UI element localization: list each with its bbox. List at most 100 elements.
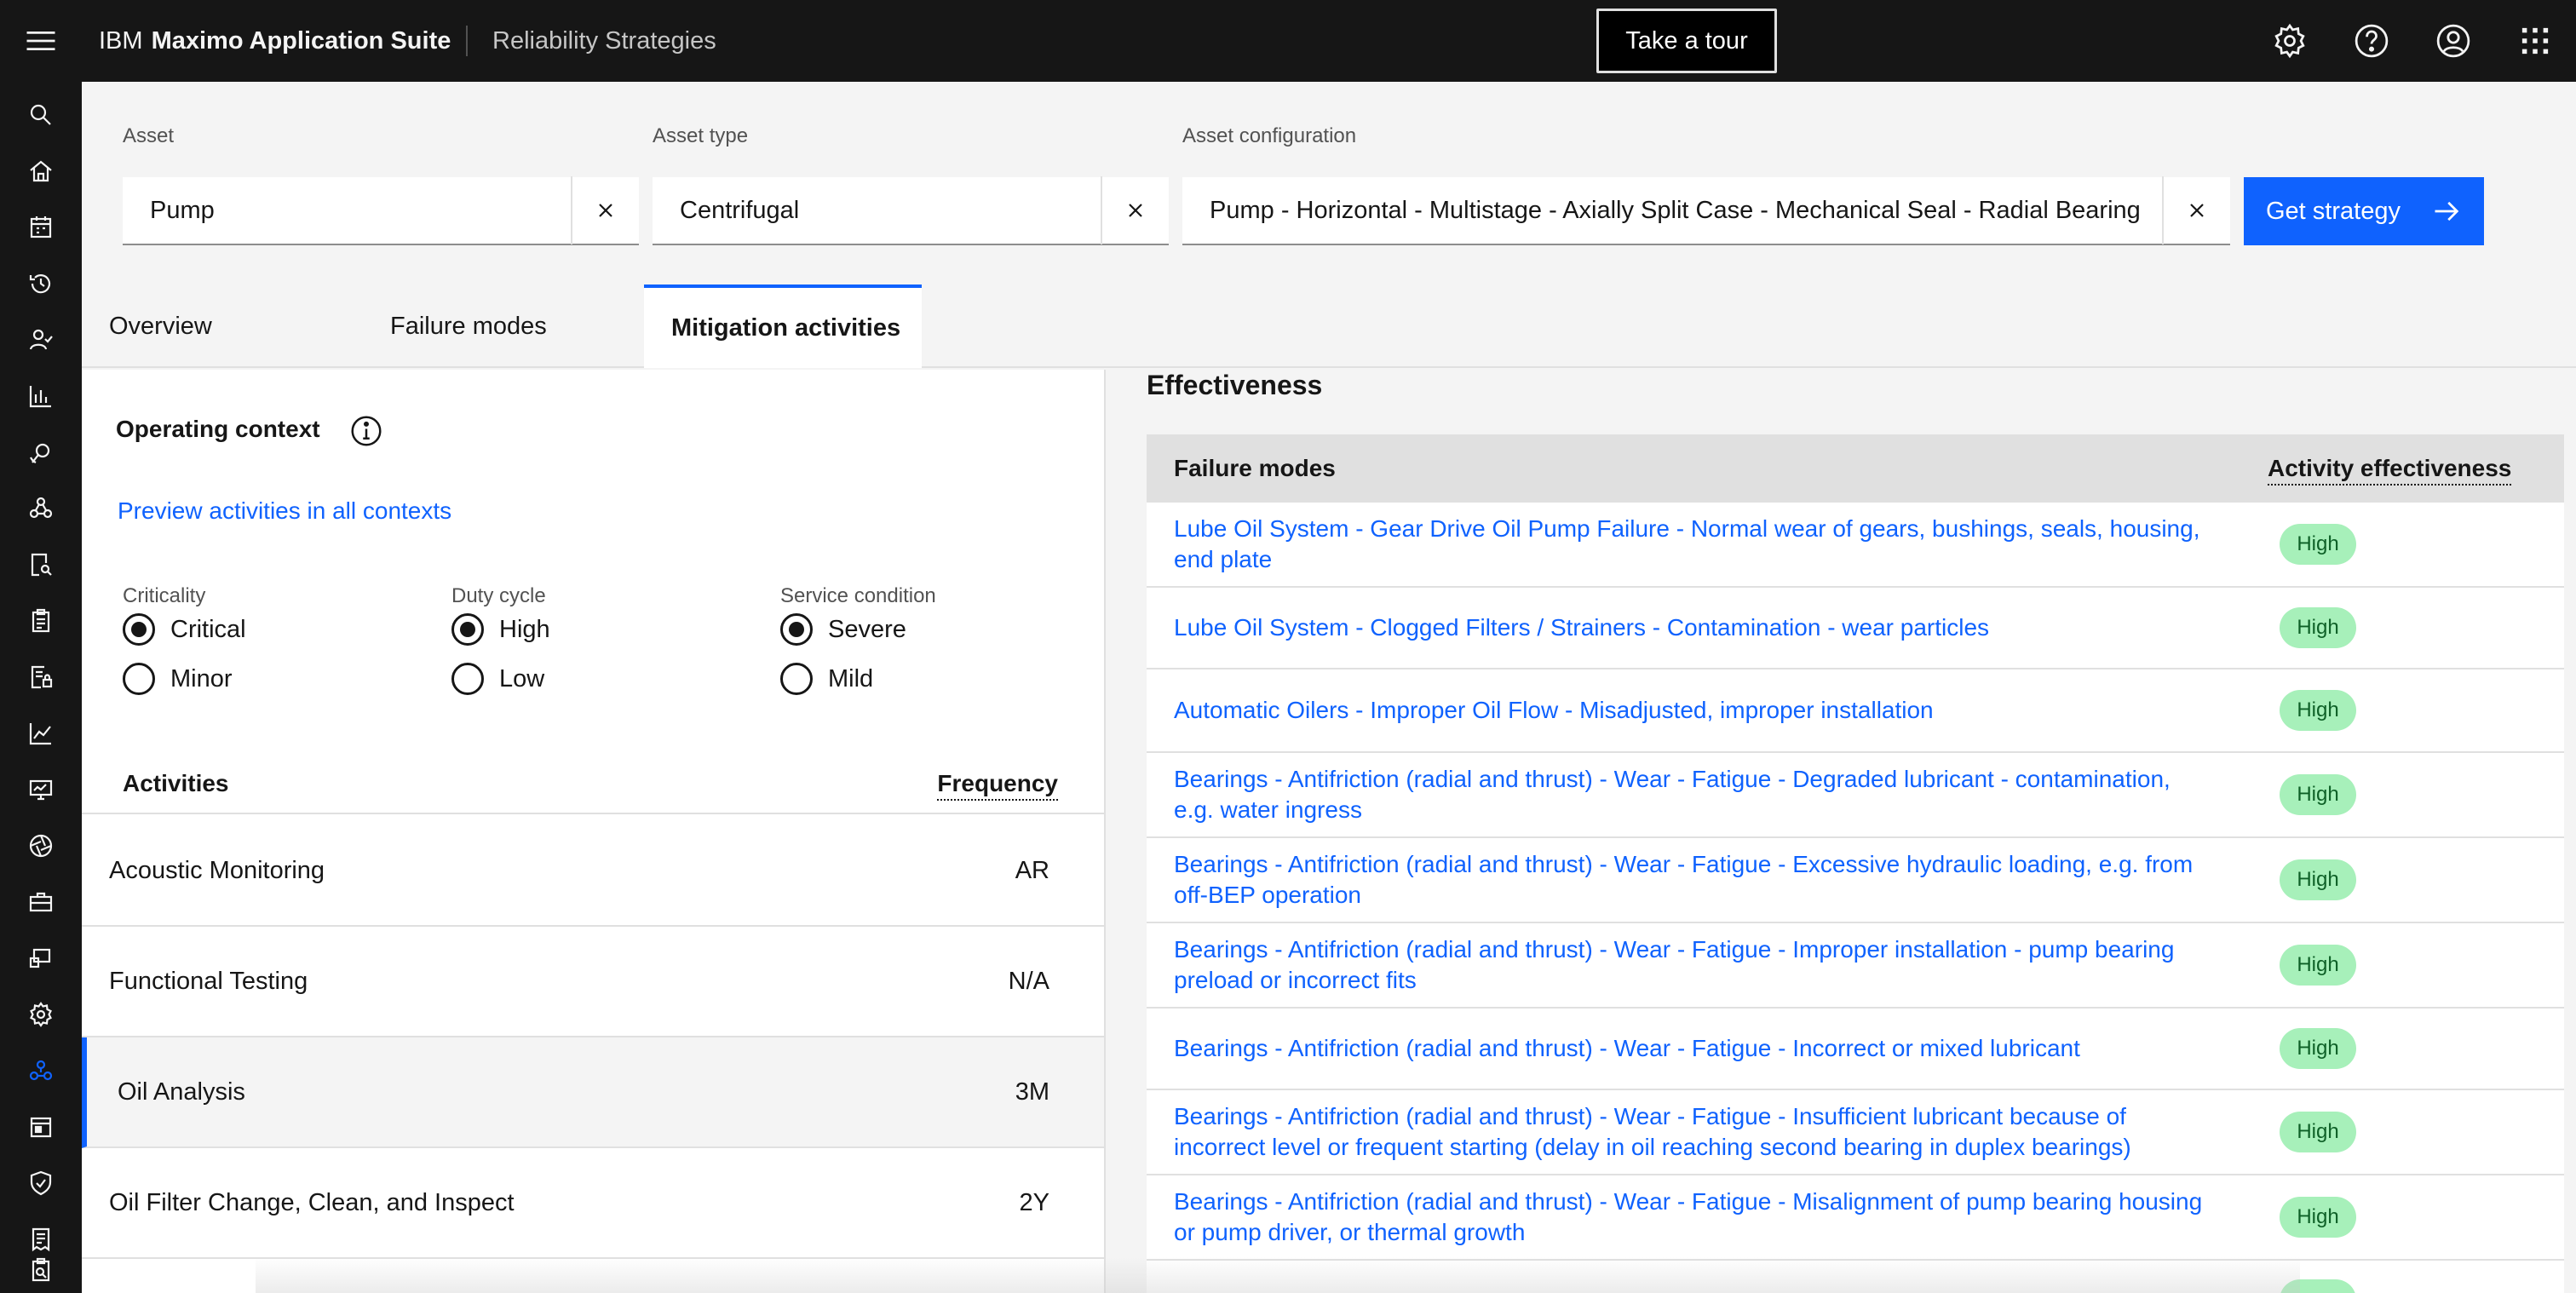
failure-mode-link[interactable]: Bearings - Antifriction (radial and thru… (1174, 1009, 2213, 1089)
bar-chart-icon[interactable] (27, 382, 55, 410)
failure-mode-link[interactable]: Lube Oil System - Gear Drive Oil Pump Fa… (1174, 503, 2213, 586)
radio-label: High (499, 615, 550, 643)
radio-label: Low (499, 664, 545, 692)
app-switcher-icon[interactable] (2516, 22, 2554, 60)
radio-mild[interactable]: Mild (780, 663, 873, 695)
effectiveness-title: Effectiveness (1147, 370, 1323, 400)
asset-label: Asset (123, 124, 175, 147)
brand-title[interactable]: IBM Maximo Application Suite (99, 0, 451, 82)
activity-frequency: AR (1015, 856, 1049, 884)
tab-mitigation-activities[interactable]: Mitigation activities (644, 284, 922, 368)
table-row[interactable]: Oil Filter Change, Clean, and Inspect 2Y (82, 1148, 1104, 1259)
table-row: Bearings - Antifriction (radial and thru… (1147, 1009, 2564, 1090)
document-search-icon[interactable] (27, 551, 55, 578)
radio-high[interactable]: High (451, 613, 550, 646)
table-row: Automatic Oilers - Improper Oil Flow - M… (1147, 669, 2564, 753)
table-row: Bearings - Antifriction (radial and thru… (1147, 838, 2564, 923)
failure-mode-link[interactable]: Bearings - Antifriction (radial and thru… (1174, 923, 2213, 1007)
table-row[interactable]: Acoustic Monitoring AR (82, 816, 1104, 927)
failure-mode-link[interactable]: Bearings - Antifriction (radial and thru… (1174, 838, 2213, 922)
activity-name: Functional Testing (109, 967, 308, 995)
tab-failure-modes[interactable]: Failure modes (390, 284, 547, 368)
close-icon (1122, 197, 1149, 224)
service-condition-label: Service condition (780, 584, 936, 607)
failure-mode-link[interactable]: Bearings - Antifriction (radial and thru… (1174, 753, 2213, 836)
reliability-strategies-icon[interactable] (27, 1057, 55, 1084)
schedule-icon[interactable] (27, 1113, 55, 1141)
table-row: Lube Oil System - Clogged Filters / Stra… (1147, 588, 2564, 669)
radio-low[interactable]: Low (451, 663, 544, 695)
calendar-icon[interactable] (27, 214, 55, 241)
brand-name: Maximo Application Suite (151, 26, 451, 55)
tab-bar: Overview Failure modes Mitigation activi… (82, 284, 2576, 368)
table-row-selected[interactable]: Oil Analysis 3M (82, 1037, 1104, 1148)
activity-effectiveness-column-header[interactable]: Activity effectiveness (2268, 455, 2512, 486)
get-strategy-button[interactable]: Get strategy (2244, 177, 2484, 245)
tab-overview[interactable]: Overview (109, 284, 212, 368)
toolbox-icon[interactable] (27, 888, 55, 916)
settings-gear-icon[interactable] (27, 1001, 55, 1028)
satellite-icon[interactable] (27, 439, 55, 466)
radio-circle (123, 663, 155, 695)
take-tour-button[interactable]: Take a tour (1596, 9, 1777, 73)
effectiveness-tag: High (2280, 690, 2356, 731)
user-check-icon[interactable] (27, 326, 55, 353)
effectiveness-tag: High (2280, 1197, 2356, 1238)
preview-activities-link[interactable]: Preview activities in all contexts (118, 497, 451, 525)
failure-mode-link[interactable]: Automatic Oilers - Improper Oil Flow - M… (1174, 669, 2213, 751)
effectiveness-panel: Effectiveness Failure modes Activity eff… (1107, 370, 2576, 1293)
radio-severe[interactable]: Severe (780, 613, 906, 646)
activity-frequency: 2Y (1019, 1188, 1049, 1216)
frequency-column-header[interactable]: Frequency (937, 770, 1058, 801)
table-row (1147, 1261, 2564, 1293)
asset-type-field[interactable]: Centrifugal (653, 176, 1169, 245)
operating-context-panel: Operating context Preview activities in … (82, 370, 1106, 1293)
get-strategy-label: Get strategy (2266, 197, 2401, 225)
asset-value[interactable]: Pump (123, 197, 571, 225)
asset-type-value[interactable]: Centrifugal (653, 197, 1101, 225)
effectiveness-tag: High (2280, 774, 2356, 815)
header-divider (466, 26, 468, 56)
monitor-icon[interactable] (27, 776, 55, 803)
asset-type-clear-button[interactable] (1101, 176, 1169, 244)
table-row[interactable]: Functional Testing N/A (82, 927, 1104, 1037)
radio-label: Critical (170, 615, 246, 643)
activity-frequency: N/A (1008, 967, 1049, 995)
activity-frequency: 3M (1015, 1078, 1049, 1106)
radio-label: Severe (828, 615, 906, 643)
aperture-icon[interactable] (27, 832, 55, 859)
failure-mode-link[interactable]: Bearings - Antifriction (radial and thru… (1174, 1090, 2213, 1174)
help-icon[interactable] (2353, 22, 2390, 60)
search-icon[interactable] (27, 101, 55, 129)
clipboard-icon[interactable] (27, 607, 55, 635)
radio-circle (123, 613, 155, 646)
duty-cycle-label: Duty cycle (451, 584, 546, 607)
hamburger-menu-icon[interactable] (22, 22, 60, 60)
line-chart-icon[interactable] (27, 720, 55, 747)
asset-config-clear-button[interactable] (2162, 176, 2230, 244)
report-lock-icon[interactable] (27, 664, 55, 691)
top-header: IBM Maximo Application Suite Reliability… (0, 0, 2576, 82)
home-icon[interactable] (27, 158, 55, 185)
asset-config-value[interactable]: Pump - Horizontal - Multistage - Axially… (1182, 197, 2162, 225)
asset-field[interactable]: Pump (123, 176, 639, 245)
radio-dot (460, 622, 475, 637)
radio-minor[interactable]: Minor (123, 663, 233, 695)
radio-critical[interactable]: Critical (123, 613, 246, 646)
gear-icon[interactable] (2271, 22, 2309, 60)
close-icon (592, 197, 619, 224)
receipt-icon[interactable] (27, 1226, 55, 1253)
table-row: Lube Oil System - Gear Drive Oil Pump Fa… (1147, 503, 2564, 588)
info-icon[interactable] (349, 414, 383, 448)
inspection-clipboard-icon[interactable] (27, 1256, 55, 1284)
asset-config-field[interactable]: Pump - Horizontal - Multistage - Axially… (1182, 176, 2230, 245)
history-icon[interactable] (27, 270, 55, 297)
shield-check-icon[interactable] (27, 1169, 55, 1197)
asset-clear-button[interactable] (571, 176, 639, 244)
network-cluster-icon[interactable] (27, 495, 55, 522)
user-avatar-icon[interactable] (2435, 22, 2472, 60)
failure-mode-link[interactable]: Bearings - Antifriction (radial and thru… (1174, 1175, 2213, 1259)
failure-mode-link[interactable]: Lube Oil System - Clogged Filters / Stra… (1174, 588, 2213, 668)
devices-icon[interactable] (27, 945, 55, 972)
arrow-right-icon (2431, 196, 2462, 227)
